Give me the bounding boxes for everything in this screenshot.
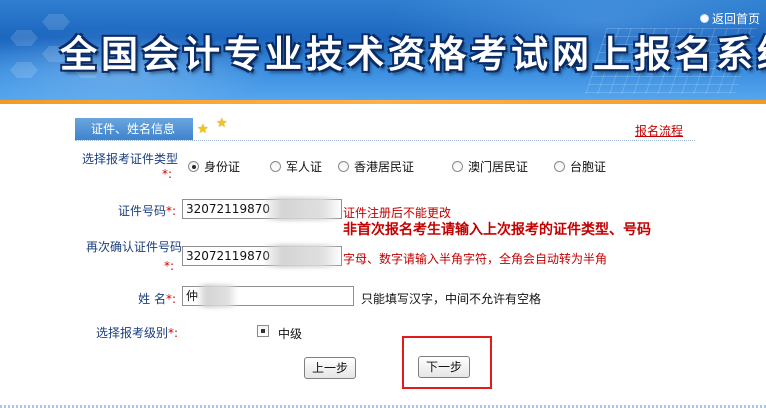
return-home-icon: [699, 14, 709, 23]
radio-icon[interactable]: [270, 161, 281, 172]
header-divider: [0, 100, 766, 104]
star-icon: ★: [216, 116, 228, 131]
id-type-label: 选择报考证件类型 *:: [82, 150, 186, 181]
section-bar: 证件、姓名信息 ★ ★ 报名流程: [75, 116, 695, 141]
id-type-option[interactable]: 军人证: [270, 158, 322, 175]
radio-icon[interactable]: [554, 161, 565, 172]
id-type-option[interactable]: 香港居民证: [338, 158, 414, 175]
repeat-applicant-notice: 非首次报名考生请输入上次报考的证件类型、号码: [343, 222, 651, 238]
header-banner: 全国会计专业技术资格考试网上报名系统 返回首页: [0, 0, 766, 100]
system-title: 全国会计专业技术资格考试网上报名系统: [60, 32, 766, 76]
id-number-value: 32072119870: [186, 202, 270, 216]
name-label: 姓 名*:: [126, 290, 176, 307]
level-label: 选择报考级别*:: [92, 324, 178, 341]
level-label-text: 选择报考级别: [95, 326, 168, 340]
confirm-id-hint: 字母、数字请输入半角字符，全角会自动转为半角: [343, 252, 608, 266]
id-type-label-text: 选择报考证件类型: [82, 152, 179, 166]
level-option-label: 中级: [278, 327, 303, 341]
required-mark: *:: [165, 292, 176, 306]
registration-flow-link[interactable]: 报名流程: [635, 122, 683, 139]
return-home-label: 返回首页: [711, 12, 760, 26]
required-mark: *:: [165, 204, 176, 218]
confirm-id-value: 32072119870: [186, 249, 270, 263]
confirm-id-label-text: 再次确认证件号码: [86, 240, 183, 254]
privacy-blur: [262, 197, 342, 221]
radio-icon[interactable]: [452, 161, 463, 172]
return-home-link[interactable]: 返回首页: [699, 10, 760, 27]
id-type-option-label: 澳门居民证: [468, 160, 529, 174]
id-type-option-label: 台胞证: [570, 160, 607, 174]
name-label-text: 姓 名: [138, 292, 166, 306]
radio-icon[interactable]: [188, 161, 199, 172]
id-type-option[interactable]: 台胞证: [554, 158, 606, 175]
id-type-option-label: 军人证: [286, 160, 323, 174]
privacy-blur: [196, 284, 238, 308]
section-tab: 证件、姓名信息: [75, 118, 193, 140]
required-mark: *:: [167, 326, 178, 340]
required-mark: *:: [162, 167, 173, 181]
prev-step-button[interactable]: 上一步: [304, 357, 356, 379]
id-type-option[interactable]: 身份证: [188, 158, 240, 175]
star-icon: ★: [197, 122, 209, 137]
level-checkbox[interactable]: [257, 325, 269, 337]
radio-icon[interactable]: [338, 161, 349, 172]
confirm-id-label: 再次确认证件号码 *:: [86, 238, 186, 273]
name-hint: 只能填写汉字，中间不允许有空格: [361, 292, 542, 306]
id-number-label: 证件号码*:: [112, 202, 176, 219]
id-type-option[interactable]: 澳门居民证: [452, 158, 528, 175]
next-step-button[interactable]: 下一步: [418, 356, 470, 378]
id-type-option-label: 香港居民证: [354, 160, 415, 174]
id-type-option-label: 身份证: [204, 160, 241, 174]
id-number-label-text: 证件号码: [117, 204, 166, 218]
privacy-blur: [262, 244, 342, 268]
required-mark: *:: [164, 259, 175, 273]
